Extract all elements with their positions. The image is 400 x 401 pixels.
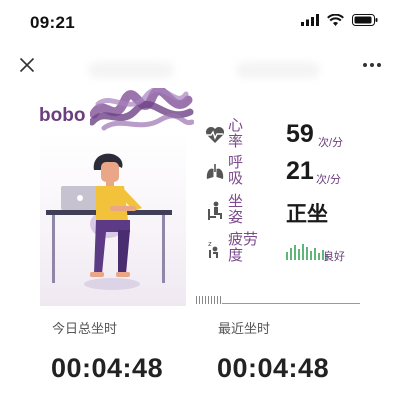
fatigue-label: 疲劳度 (228, 231, 259, 264)
status-bar: 09:21 (0, 0, 400, 44)
person-at-desk-illustration (46, 153, 172, 290)
fatigue-icon: z (204, 238, 226, 260)
wifi-icon (327, 14, 344, 26)
illustration-panel: bobo (26, 84, 194, 306)
posture-value: 正坐 (286, 202, 328, 226)
heart-rate-label: 心率 (228, 117, 244, 150)
heart-rate-unit: 次/分 (318, 137, 344, 149)
fatigue-status: 良好 (323, 251, 345, 263)
more-options-button[interactable] (358, 52, 386, 78)
cellular-signal-icon (301, 14, 319, 26)
recent-sitting-label: 最近坐时 (218, 321, 271, 336)
status-icons (301, 14, 378, 26)
fatigue-row: z 疲劳度 良好 (198, 232, 378, 266)
svg-text:z: z (208, 240, 212, 248)
close-icon (19, 57, 35, 73)
battery-icon (352, 14, 378, 26)
recent-sitting-value: 00:04:48 (217, 353, 330, 383)
lungs-icon (204, 161, 226, 183)
today-total-value: 00:04:48 (51, 353, 164, 383)
today-total-label: 今日总坐时 (52, 321, 118, 336)
timeline-ticks (196, 296, 221, 304)
status-time: 09:21 (30, 13, 75, 32)
heart-rate-value: 59 (286, 120, 314, 148)
fatigue-bars (286, 244, 328, 260)
respiration-label: 呼吸 (228, 154, 244, 187)
blurred-title-right (236, 62, 320, 78)
nav-bar (0, 44, 400, 84)
blurred-title-left (88, 62, 174, 78)
timeline-line (222, 303, 360, 304)
respiration-unit: 次/分 (316, 174, 342, 186)
posture-row: 坐姿 正坐 (198, 194, 378, 228)
respiration-value: 21 (286, 157, 314, 185)
respiration-row: 呼吸 21 次/分 (198, 155, 378, 189)
close-button[interactable] (14, 52, 40, 78)
heart-rate-row: 心率 59 次/分 (198, 118, 378, 152)
seated-person-icon (204, 200, 226, 222)
posture-label: 坐姿 (228, 193, 244, 226)
heart-rate-icon (204, 124, 226, 146)
more-dots-icon (363, 63, 381, 67)
